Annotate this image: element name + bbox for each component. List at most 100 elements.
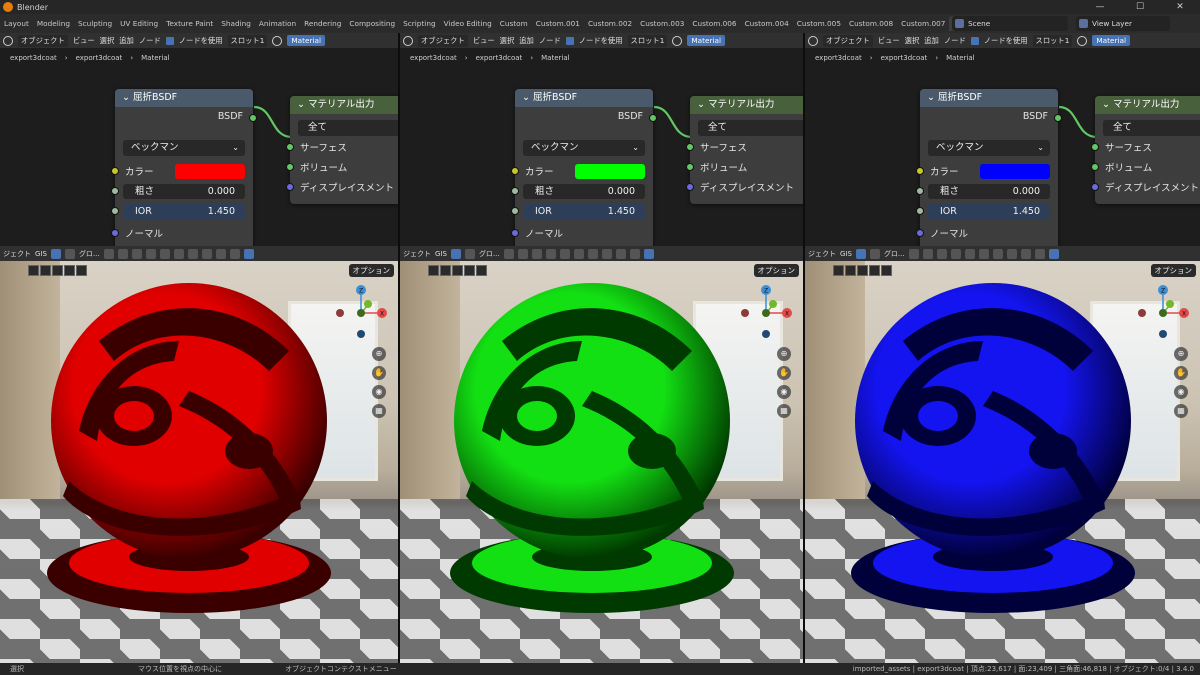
- color-socket[interactable]: [916, 167, 924, 175]
- zoom-icon[interactable]: ⊕: [777, 347, 791, 361]
- maximize-button[interactable]: ☐: [1120, 0, 1160, 14]
- proportional-edit-icon[interactable]: [131, 248, 142, 259]
- gis-menu[interactable]: GIS: [435, 250, 447, 258]
- scene-selector[interactable]: Scene: [952, 16, 1068, 31]
- xray-icon[interactable]: [992, 248, 1003, 259]
- 3d-viewport[interactable]: オプション Z X ⊕ ✋ ◉ ▦: [400, 261, 803, 663]
- surface-socket[interactable]: [1091, 143, 1099, 151]
- orientation-select[interactable]: グロ...: [884, 249, 905, 259]
- surface-socket[interactable]: [686, 143, 694, 151]
- pivot-icon[interactable]: [908, 248, 919, 259]
- output-target-select[interactable]: 全て: [1103, 120, 1200, 136]
- workspace-tab[interactable]: UV Editing: [116, 16, 162, 31]
- editor-type-icon[interactable]: [808, 35, 818, 46]
- shading-material-icon[interactable]: [629, 248, 640, 259]
- material-output-node[interactable]: ⌄ マテリアル出力 全て サーフェス ボリューム ディスプレイスメント: [686, 96, 803, 204]
- shading-rendered-icon[interactable]: [1048, 248, 1059, 259]
- color-socket[interactable]: [111, 167, 119, 175]
- workspace-tab[interactable]: Sculpting: [74, 16, 116, 31]
- roughness-field[interactable]: 粗さ 0.000: [123, 184, 245, 199]
- mode-icon[interactable]: [833, 265, 844, 276]
- workspace-tab[interactable]: Custom.007: [897, 16, 949, 31]
- output-target-select[interactable]: 全て: [298, 120, 398, 136]
- mode-icon[interactable]: [452, 265, 463, 276]
- mode-icon[interactable]: [40, 265, 51, 276]
- workspace-tab[interactable]: Custom: [496, 16, 532, 31]
- mode-icon[interactable]: [428, 265, 439, 276]
- shading-rendered-icon[interactable]: [643, 248, 654, 259]
- menu-select[interactable]: 選択: [500, 36, 515, 46]
- grid-icon[interactable]: ▦: [372, 404, 386, 418]
- snap-icon[interactable]: [517, 248, 528, 259]
- pivot-icon[interactable]: [103, 248, 114, 259]
- close-button[interactable]: ✕: [1160, 0, 1200, 14]
- workspace-tab[interactable]: Custom.003: [636, 16, 688, 31]
- view-layer-selector[interactable]: View Layer: [1076, 16, 1170, 31]
- displacement-socket[interactable]: [286, 183, 294, 191]
- viewport-mode-label[interactable]: ジェクト: [808, 249, 836, 259]
- transform-icon[interactable]: [64, 248, 75, 259]
- select-mode-icon[interactable]: [855, 248, 866, 259]
- volume-socket[interactable]: [1091, 163, 1099, 171]
- workspace-tab[interactable]: Texture Paint: [162, 16, 217, 31]
- workspace-tab[interactable]: Custom.008: [845, 16, 897, 31]
- shading-rendered-icon[interactable]: [243, 248, 254, 259]
- zoom-icon[interactable]: ⊕: [1174, 347, 1188, 361]
- options-button[interactable]: オプション: [348, 264, 394, 277]
- visibility-icon[interactable]: [545, 248, 556, 259]
- ior-socket[interactable]: [111, 207, 119, 215]
- menu-add[interactable]: 追加: [924, 36, 939, 46]
- material-select[interactable]: Material: [1092, 35, 1131, 46]
- menu-node[interactable]: ノード: [944, 36, 966, 46]
- shading-solid-icon[interactable]: [615, 248, 626, 259]
- transform-icon[interactable]: [869, 248, 880, 259]
- ior-field[interactable]: IOR 1.450: [523, 204, 645, 219]
- node-canvas[interactable]: export3dcoat › export3dcoat › Material ⌄…: [805, 48, 1200, 249]
- material-output-node[interactable]: ⌄ マテリアル出力 全て サーフェス ボリューム ディスプレイスメント: [1091, 96, 1200, 204]
- xray-icon[interactable]: [187, 248, 198, 259]
- proportional-edit-icon[interactable]: [531, 248, 542, 259]
- volume-socket[interactable]: [286, 163, 294, 171]
- mode-icon[interactable]: [881, 265, 892, 276]
- gizmo-toggle-icon[interactable]: [559, 248, 570, 259]
- menu-view[interactable]: ビュー: [73, 36, 95, 46]
- workspace-tab[interactable]: Animation: [255, 16, 300, 31]
- overlay-icon[interactable]: [573, 248, 584, 259]
- shading-solid-icon[interactable]: [1020, 248, 1031, 259]
- pan-hand-icon[interactable]: ✋: [372, 366, 386, 380]
- displacement-socket[interactable]: [686, 183, 694, 191]
- roughness-socket[interactable]: [111, 187, 119, 195]
- gizmo-toggle-icon[interactable]: [159, 248, 170, 259]
- workspace-tab[interactable]: Video Editing: [440, 16, 496, 31]
- workspace-tab[interactable]: Custom.002: [584, 16, 636, 31]
- surface-socket[interactable]: [286, 143, 294, 151]
- shading-material-icon[interactable]: [229, 248, 240, 259]
- menu-node[interactable]: ノード: [139, 36, 161, 46]
- snap-icon[interactable]: [117, 248, 128, 259]
- workspace-tab[interactable]: Shading: [217, 16, 255, 31]
- menu-select[interactable]: 選択: [100, 36, 115, 46]
- editor-type-icon[interactable]: [3, 35, 13, 46]
- mode-icon[interactable]: [76, 265, 87, 276]
- normal-socket[interactable]: [916, 229, 924, 237]
- use-nodes-checkbox[interactable]: [565, 36, 574, 45]
- camera-icon[interactable]: ◉: [372, 385, 386, 399]
- workspace-tab[interactable]: Scripting: [399, 16, 439, 31]
- options-button[interactable]: オプション: [1150, 264, 1196, 277]
- mode-icon[interactable]: [64, 265, 75, 276]
- ior-field[interactable]: IOR 1.450: [123, 204, 245, 219]
- shading-wireframe-icon[interactable]: [601, 248, 612, 259]
- object-mode-select[interactable]: オブジェクト: [823, 34, 873, 47]
- displacement-socket[interactable]: [1091, 183, 1099, 191]
- shading-wireframe-icon[interactable]: [1006, 248, 1017, 259]
- gizmo-toggle-icon[interactable]: [964, 248, 975, 259]
- shading-wireframe-icon[interactable]: [201, 248, 212, 259]
- zoom-icon[interactable]: ⊕: [372, 347, 386, 361]
- roughness-socket[interactable]: [916, 187, 924, 195]
- refraction-bsdf-node[interactable]: ⌄ 屈折BSDF BSDF ベックマン ⌄ カラー 粗さ 0.000 IOR 1…: [916, 89, 1062, 249]
- volume-socket[interactable]: [686, 163, 694, 171]
- menu-node[interactable]: ノード: [539, 36, 561, 46]
- orientation-select[interactable]: グロ...: [479, 249, 500, 259]
- color-socket[interactable]: [511, 167, 519, 175]
- normal-socket[interactable]: [511, 229, 519, 237]
